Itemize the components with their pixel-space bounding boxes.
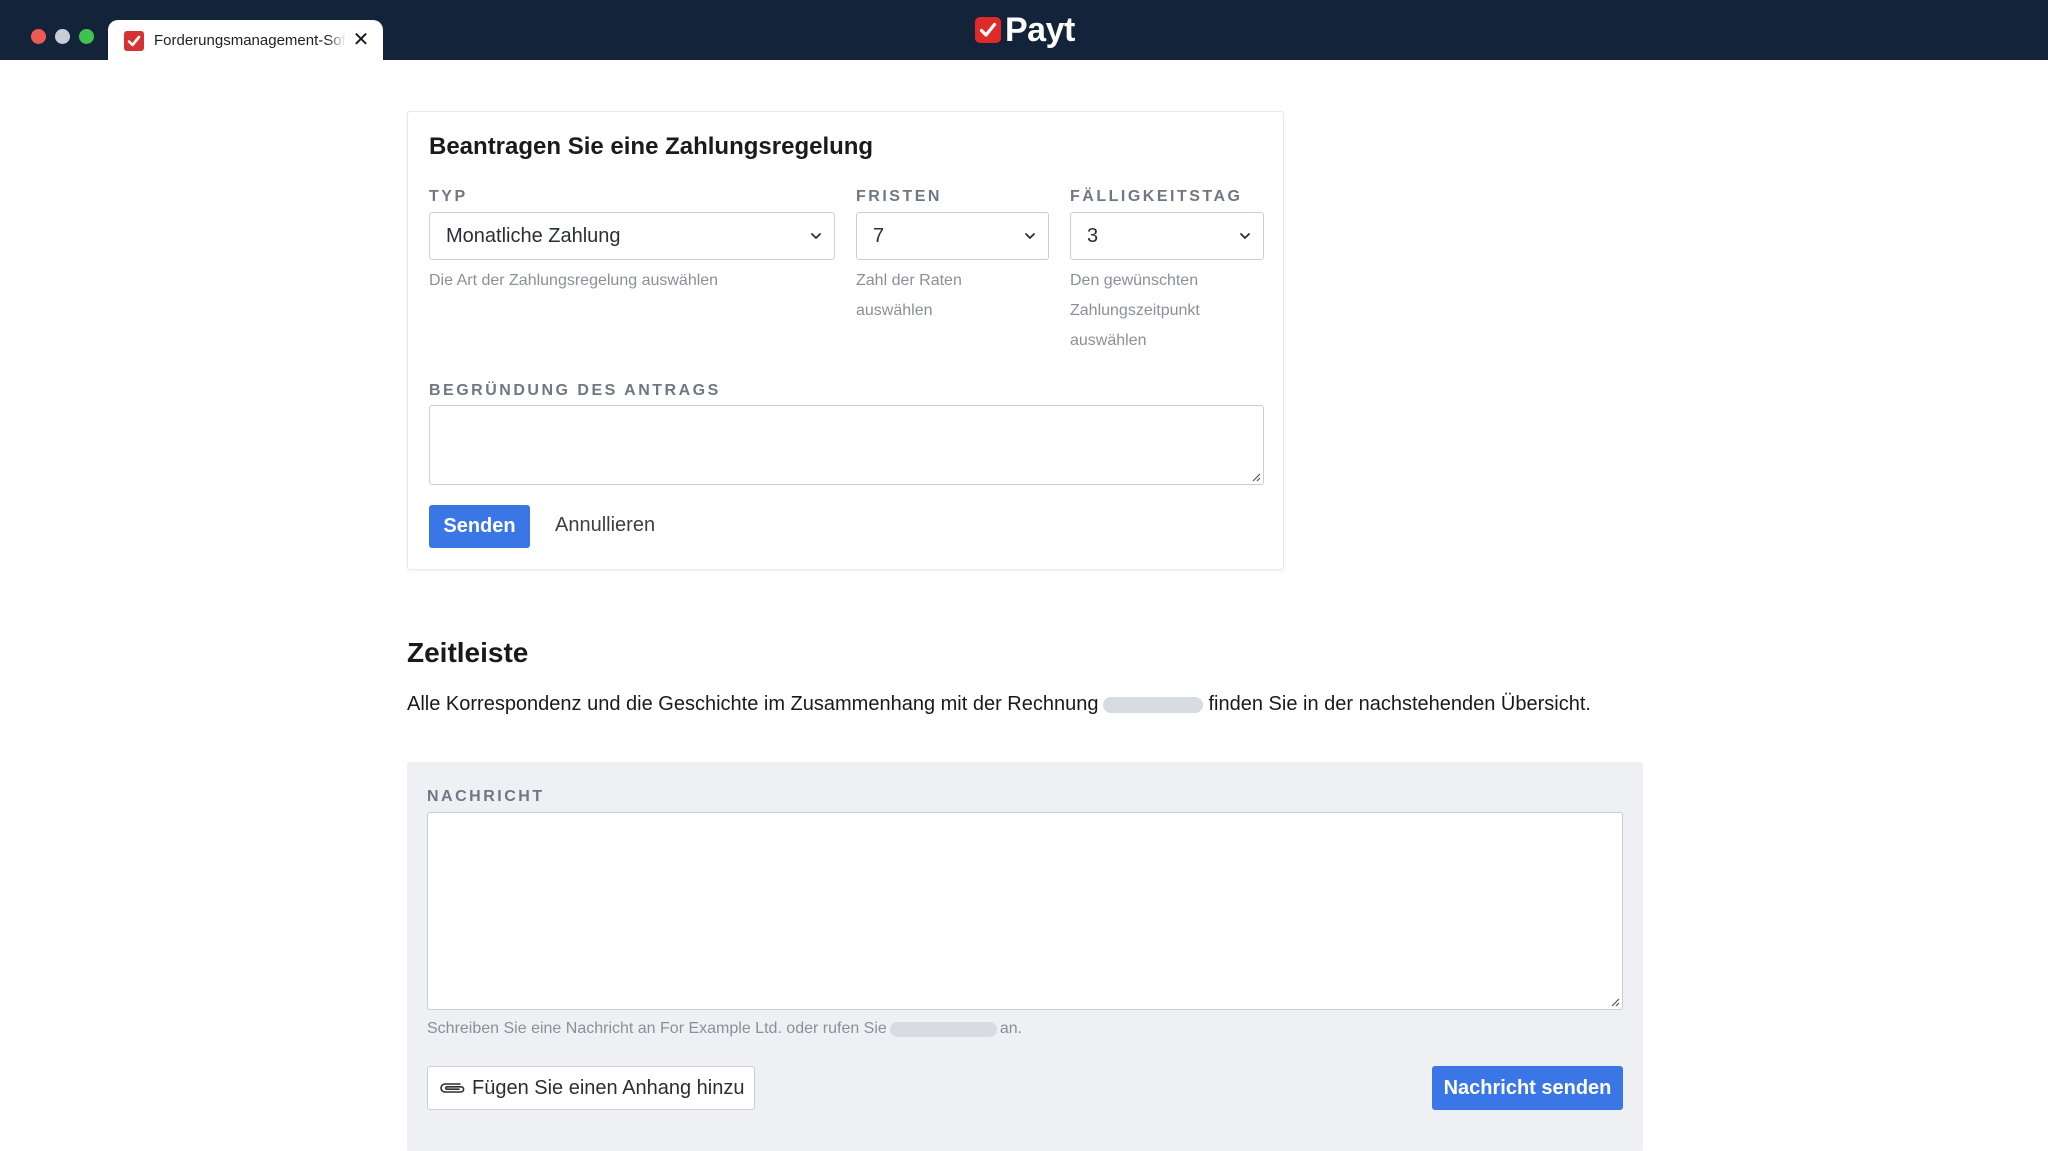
due-day-help-line: auswählen [1070, 332, 1147, 349]
payt-favicon-icon [124, 31, 144, 51]
terms-select-value: 7 [873, 225, 885, 247]
timeline-desc-text: Alle Korrespondenz und die Geschichte im… [407, 693, 1099, 715]
timeline-desc-text: finden Sie in der nachstehenden Übersich… [1208, 693, 1591, 715]
message-help-text: Schreiben Sie eine Nachricht an For Exam… [427, 1020, 887, 1037]
payment-arrangement-card: Beantragen Sie eine Zahlungsregelung TYP… [407, 111, 1284, 570]
type-help: Die Art der Zahlungsregelung auswählen [429, 272, 719, 289]
add-attachment-button[interactable]: Fügen Sie einen Anhang hinzu [427, 1066, 755, 1110]
timeline-title: Zeitleiste [407, 637, 529, 668]
terms-help: Zahl der Raten auswählen [856, 266, 962, 326]
type-select-value: Monatliche Zahlung [446, 225, 621, 247]
due-day-select-value: 3 [1087, 225, 1099, 247]
timeline-description: Alle Korrespondenz und die Geschichte im… [407, 693, 1591, 716]
message-textarea[interactable] [427, 812, 1623, 1010]
chevron-down-icon [1240, 233, 1250, 239]
top-bar: Forderungsmanagement-Software ✕ Payt [0, 0, 2048, 60]
due-day-help-line: Zahlungszeitpunkt [1070, 302, 1200, 319]
reason-textarea[interactable] [429, 405, 1264, 485]
card-title: Beantragen Sie eine Zahlungsregelung [429, 133, 874, 160]
paperclip-icon [440, 1083, 465, 1093]
message-label: NACHRICHT [427, 788, 545, 805]
terms-help-line: auswählen [856, 302, 933, 319]
redacted-invoice-number [1103, 696, 1204, 713]
due-day-label: FÄLLIGKEITSTAG [1070, 188, 1243, 205]
redacted-phone-number [889, 1021, 997, 1037]
resize-handle-icon[interactable] [1251, 472, 1261, 482]
terms-help-line: Zahl der Raten [856, 272, 962, 289]
window-close-dot[interactable] [31, 29, 46, 44]
window-minimize-dot[interactable] [55, 29, 70, 44]
reason-label: BEGRÜNDUNG DES ANTRAGS [429, 382, 721, 399]
chevron-down-icon [811, 233, 821, 239]
type-label: TYP [429, 188, 468, 205]
terms-label: FRISTEN [856, 188, 942, 205]
attach-label: Fügen Sie einen Anhang hinzu [472, 1077, 745, 1099]
send-message-button[interactable]: Nachricht senden [1432, 1066, 1623, 1110]
terms-select[interactable]: 7 [856, 212, 1049, 260]
checkmark-icon [975, 17, 1001, 43]
close-tab-icon[interactable]: ✕ [350, 29, 372, 51]
tab-title: Forderungsmanagement-Software [154, 32, 346, 49]
logo-text: Payt [1005, 11, 1075, 49]
resize-handle-icon[interactable] [1610, 997, 1620, 1007]
message-help: Schreiben Sie eine Nachricht an For Exam… [427, 1014, 1022, 1044]
payt-logo: Payt [975, 10, 1075, 50]
due-day-select[interactable]: 3 [1070, 212, 1264, 260]
browser-tab[interactable]: Forderungsmanagement-Software ✕ [108, 20, 383, 60]
cancel-button[interactable]: Annullieren [555, 514, 655, 537]
due-day-help: Den gewünschten Zahlungszeitpunkt auswäh… [1070, 266, 1200, 356]
chevron-down-icon [1025, 233, 1035, 239]
submit-button[interactable]: Senden [429, 505, 530, 548]
message-help-text: an. [999, 1020, 1023, 1037]
message-panel: NACHRICHT Schreiben Sie eine Nachricht a… [407, 762, 1643, 1151]
window-maximize-dot[interactable] [79, 29, 94, 44]
due-day-help-line: Den gewünschten [1070, 272, 1199, 289]
type-select[interactable]: Monatliche Zahlung [429, 212, 835, 260]
